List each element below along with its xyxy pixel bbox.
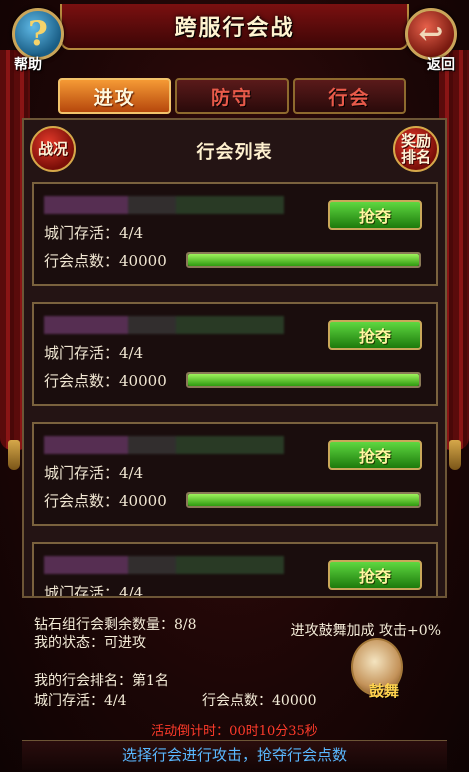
guild-points-value: 40000: [119, 492, 167, 510]
countdown-timer: 活动倒计时：00时10分35秒: [151, 724, 318, 739]
seize-button[interactable]: 抢夺: [328, 440, 422, 470]
tab-bar: 进攻 防守 行会: [58, 78, 406, 114]
panel-header: 战况 行会列表 奖励排名: [24, 120, 445, 178]
guild-points-label: 行会点数：: [44, 252, 120, 270]
guild-card: 城门存活：4/4 行会点数：40000 抢夺: [32, 422, 438, 526]
blurred-guild-name: [44, 556, 284, 574]
progress-fill: [188, 374, 419, 386]
guild-points-label: 行会点数：: [44, 492, 120, 510]
gate-alive-summary: 城门存活：4/4: [34, 693, 127, 709]
reward-ranking-label: 奖励排名: [400, 132, 431, 166]
title-bar: 跨服行会战: [60, 4, 409, 50]
seize-button[interactable]: 抢夺: [328, 560, 422, 590]
guild-list-panel: 战况 行会列表 奖励排名 城门存活：4/4 行会点数：40000 抢夺 城门存活…: [22, 118, 447, 598]
tab-defend[interactable]: 防守: [175, 78, 289, 114]
guild-card: 城门存活：4/4 行会点数：40000 抢夺: [32, 182, 438, 286]
guild-points-summary: 行会点数：40000: [202, 693, 317, 709]
guild-points-text: 行会点数：40000: [44, 370, 167, 391]
right-tassel: [449, 440, 461, 470]
guild-points-value: 40000: [119, 252, 167, 270]
my-rank-text: 我的行会排名：第1名: [34, 673, 169, 689]
attack-buff-text: 进攻鼓舞加成 攻击+0%: [290, 623, 441, 639]
tab-guild[interactable]: 行会: [292, 78, 406, 114]
blurred-guild-name: [44, 316, 284, 334]
left-tassel: [8, 440, 20, 470]
blurred-guild-name: [44, 196, 284, 214]
reward-ranking-button[interactable]: 奖励排名: [393, 126, 439, 172]
help-label: 帮助: [14, 57, 42, 73]
guild-points-label: 行会点数：: [44, 372, 120, 390]
guild-points-bar: [186, 372, 421, 388]
guild-points-bar: [186, 492, 421, 508]
gate-alive-text: 城门存活：4/4: [44, 464, 144, 482]
tab-attack[interactable]: 进攻: [58, 78, 172, 114]
diamond-remaining-text: 钻石组行会剩余数量：8/8: [34, 617, 197, 633]
guild-points-bar: [186, 252, 421, 268]
guild-card: 城门存活：4/4 抢夺: [32, 542, 438, 598]
seize-button[interactable]: 抢夺: [328, 200, 422, 230]
blurred-guild-name: [44, 436, 284, 454]
gate-alive-text: 城门存活：4/4: [44, 584, 144, 598]
gate-alive-text: 城门存活：4/4: [44, 344, 144, 362]
guild-card: 城门存活：4/4 行会点数：40000 抢夺: [32, 302, 438, 406]
progress-fill: [188, 254, 419, 266]
guild-points-value: 40000: [119, 372, 167, 390]
guild-points-text: 行会点数：40000: [44, 490, 167, 511]
help-button[interactable]: ?: [12, 8, 64, 60]
info-area: 钻石组行会剩余数量：8/8 我的状态：可进攻 我的行会排名：第1名 城门存活：4…: [22, 600, 447, 720]
hint-text: 选择行会进行攻击，抢夺行会点数: [121, 746, 347, 764]
gate-alive-text: 城门存活：4/4: [44, 224, 144, 242]
guild-points-text: 行会点数：40000: [44, 250, 167, 271]
seize-button[interactable]: 抢夺: [328, 320, 422, 350]
drum-label: 鼓舞: [368, 682, 399, 700]
back-button[interactable]: ↩: [405, 8, 457, 60]
question-mark-icon: ?: [28, 14, 48, 54]
back-arrow-icon: ↩: [418, 16, 444, 52]
progress-fill: [188, 494, 419, 506]
guild-list-title: 行会列表: [196, 142, 273, 163]
my-state-text: 我的状态：可进攻: [34, 635, 146, 651]
game-screen: 跨服行会战 ? 帮助 ↩ 返回 进攻 防守 行会 战况 行会列表 奖励排名 城门…: [0, 0, 469, 772]
back-label: 返回: [427, 57, 455, 73]
window-title: 跨服行会战: [174, 15, 295, 41]
